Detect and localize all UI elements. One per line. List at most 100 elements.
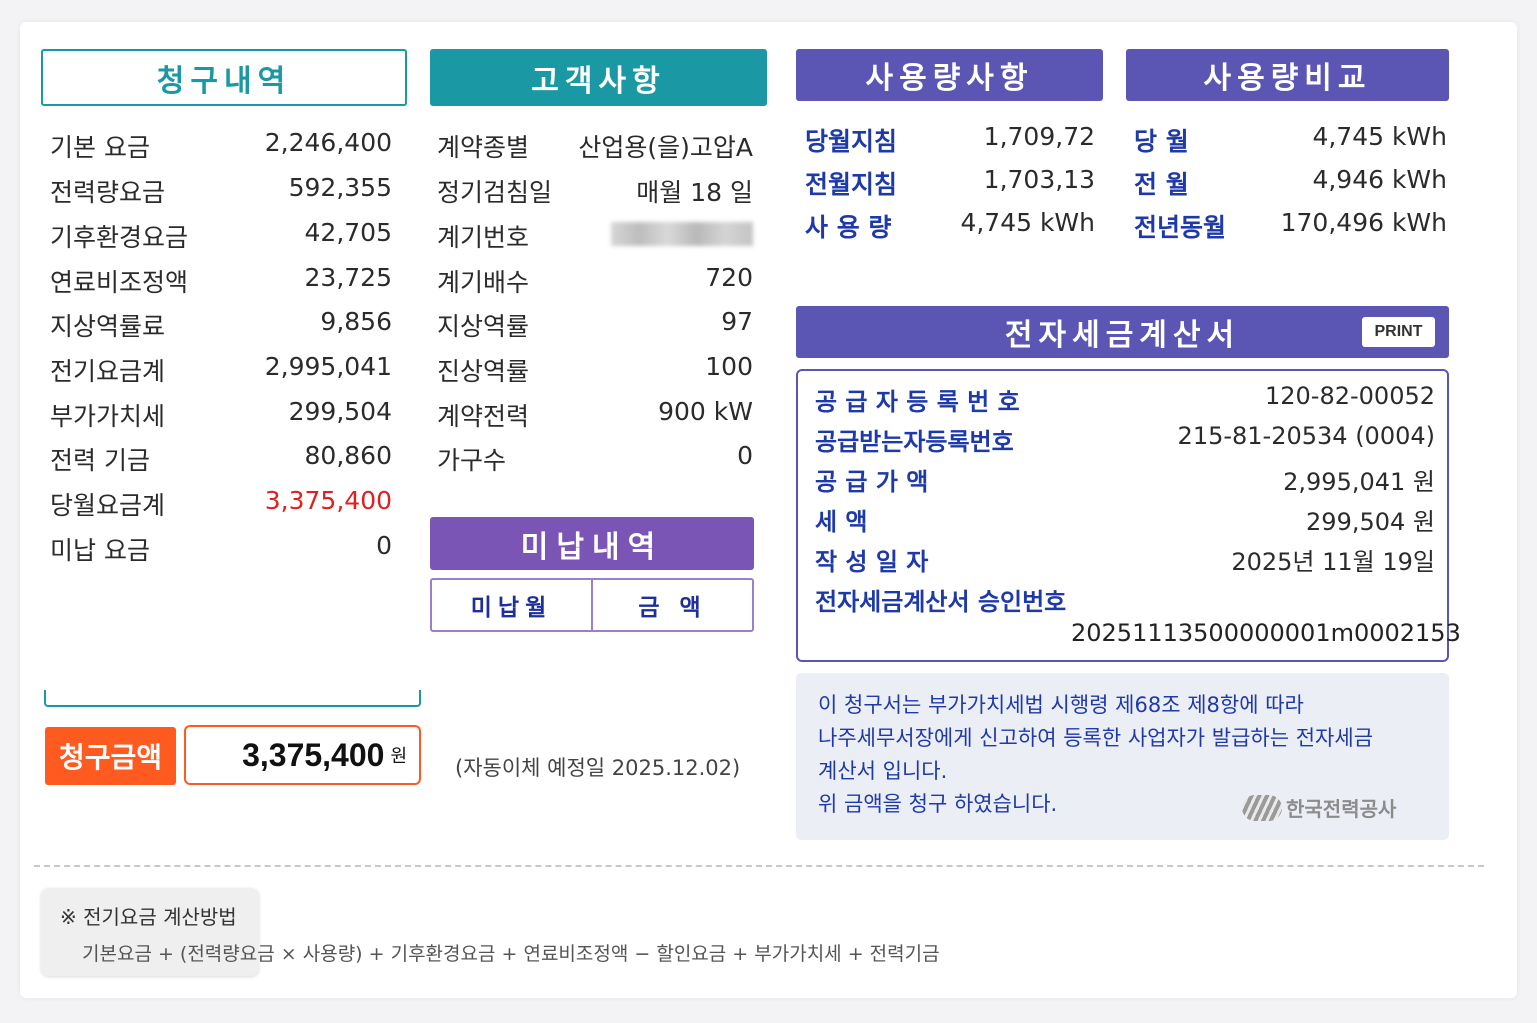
customer-row: 가구수 0 (437, 441, 753, 477)
usage-header: 사용량사항 (796, 49, 1103, 101)
usage-label: 사 용 량 (805, 213, 892, 242)
billing-label: 기본 요금 (50, 133, 150, 162)
compare-row: 전년동월 170,496 kWh (1134, 208, 1447, 244)
billing-row: 전력량요금 592,355 (50, 173, 392, 209)
formula-text: 기본요금 + (전력량요금 × 사용량) + 기후환경요금 + 연료비조정액 −… (82, 943, 940, 965)
billing-value: 80,860 (304, 441, 392, 470)
billing-value: 23,725 (304, 263, 392, 292)
billing-label: 전력 기금 (50, 446, 150, 475)
customer-value: 97 (721, 307, 753, 336)
usage-row: 사 용 량 4,745 kWh (805, 208, 1095, 244)
billing-value: 9,856 (320, 307, 392, 336)
customer-label: 계기번호 (437, 223, 530, 252)
compare-value: 4,946 kWh (1312, 165, 1447, 194)
billing-divider (44, 690, 421, 707)
dashed-divider (34, 865, 1484, 867)
tax-row: 전자세금계산서 승인번호 (815, 582, 1435, 617)
usage-row: 당월지침 1,709,72 (805, 122, 1095, 158)
customer-label: 계약종별 (437, 133, 530, 162)
compare-label: 당 월 (1134, 127, 1189, 156)
notice-line: 나주세무서장에게 신고하여 등록한 사업자가 발급하는 전자세금 (818, 726, 1374, 750)
compare-label: 전 월 (1134, 170, 1189, 199)
billing-label: 당월요금계 (50, 491, 166, 520)
billing-value: 299,504 (288, 397, 392, 426)
billing-row: 전기요금계 2,995,041 (50, 352, 392, 388)
billing-row: 지상역률료 9,856 (50, 307, 392, 343)
customer-label: 가구수 (437, 446, 507, 475)
customer-label: 계약전력 (437, 402, 530, 431)
compare-header: 사용량비교 (1126, 49, 1449, 101)
customer-row: 계기번호 (437, 218, 753, 254)
compare-row: 전 월 4,946 kWh (1134, 165, 1447, 201)
billing-value: 2,246,400 (264, 128, 392, 157)
approval-label: 전자세금계산서 승인번호 (815, 588, 1067, 616)
billing-row: 기본 요금 2,246,400 (50, 128, 392, 164)
customer-value: 0 (737, 441, 753, 470)
kepco-logo-icon (1242, 794, 1282, 821)
usage-value: 1,709,72 (983, 122, 1095, 151)
billing-value: 592,355 (288, 173, 392, 202)
tax-value: 215-81-20534 (0004) (1177, 422, 1435, 450)
customer-value: 900 kW (658, 397, 753, 426)
kepco-logo: 한국전력공사 (1242, 793, 1396, 822)
billing-value: 0 (376, 531, 392, 560)
charge-amount: 3,375,400 (242, 736, 385, 773)
compare-value: 170,496 kWh (1280, 208, 1447, 237)
billing-label: 전기요금계 (50, 357, 166, 386)
tax-row: 공 급 가 액 2,995,041 원 (815, 462, 1435, 497)
billing-label: 미납 요금 (50, 536, 150, 565)
customer-row: 지상역률 97 (437, 307, 753, 343)
compare-label: 전년동월 (1134, 213, 1227, 242)
billing-header: 청구내역 (41, 49, 407, 106)
customer-row: 정기검침일 매월 18 일 (437, 173, 753, 209)
customer-row: 계기배수 720 (437, 263, 753, 299)
compare-value: 4,745 kWh (1312, 122, 1447, 151)
customer-value: 100 (705, 352, 753, 381)
charge-unit: 원 (390, 746, 407, 767)
tax-label: 공 급 자 등 록 번 호 (815, 388, 1020, 416)
tax-value: 120-82-00052 (1264, 382, 1435, 410)
tax-row: 공 급 자 등 록 번 호 120-82-00052 (815, 382, 1435, 417)
unpaid-header: 미납내역 (430, 517, 754, 570)
billing-row: 전력 기금 80,860 (50, 441, 392, 477)
billing-total-value: 3,375,400 (264, 486, 392, 515)
tax-value: 2,995,041 원 (1283, 468, 1435, 496)
notice-line: 이 청구서는 부가가치세법 시행령 제68조 제8항에 따라 (818, 693, 1304, 717)
tax-row: 세 액 299,504 원 (815, 502, 1435, 537)
kepco-logo-text: 한국전력공사 (1286, 797, 1397, 821)
tax-label: 세 액 (815, 508, 868, 536)
tax-row: 작 성 일 자 2025년 11월 19일 (815, 542, 1435, 577)
customer-value: 720 (705, 263, 753, 292)
customer-row: 계약전력 900 kW (437, 397, 753, 433)
billing-row: 연료비조정액 23,725 (50, 263, 392, 299)
charge-label: 청구금액 (45, 727, 176, 785)
billing-label: 기후환경요금 (50, 223, 189, 252)
customer-row: 진상역률 100 (437, 352, 753, 388)
billing-value: 2,995,041 (264, 352, 392, 381)
charge-amount-box: 3,375,400 원 (184, 725, 421, 785)
tax-invoice-header: 전자세금계산서 (796, 306, 1449, 358)
customer-label: 진상역률 (437, 357, 530, 386)
formula-title: ※ 전기요금 계산방법 (60, 905, 237, 929)
tax-value: 2025년 11월 19일 (1231, 548, 1435, 576)
billing-label: 연료비조정액 (50, 268, 189, 297)
customer-row: 계약종별 산업용(을)고압A (437, 128, 753, 164)
billing-row: 부가가치세 299,504 (50, 397, 392, 433)
usage-label: 당월지침 (805, 127, 898, 156)
unpaid-amount-column: 금 액 (638, 595, 707, 621)
billing-label: 지상역률료 (50, 312, 166, 341)
billing-row: 기후환경요금 42,705 (50, 218, 392, 254)
meter-number-redacted (611, 222, 753, 246)
autopay-date: (자동이체 예정일 2025.12.02) (455, 756, 741, 780)
customer-value: 산업용(을)고압A (578, 133, 753, 162)
tax-value: 299,504 원 (1306, 508, 1435, 536)
billing-label: 부가가치세 (50, 402, 166, 431)
notice-line: 계산서 입니다. (818, 759, 948, 783)
customer-label: 정기검침일 (437, 178, 553, 207)
customer-label: 지상역률 (437, 312, 530, 341)
print-button[interactable]: PRINT (1362, 317, 1435, 347)
unpaid-table: 미납월 금 액 (430, 578, 754, 632)
usage-label: 전월지침 (805, 170, 898, 199)
tax-label: 작 성 일 자 (815, 548, 929, 576)
billing-label: 전력량요금 (50, 178, 166, 207)
